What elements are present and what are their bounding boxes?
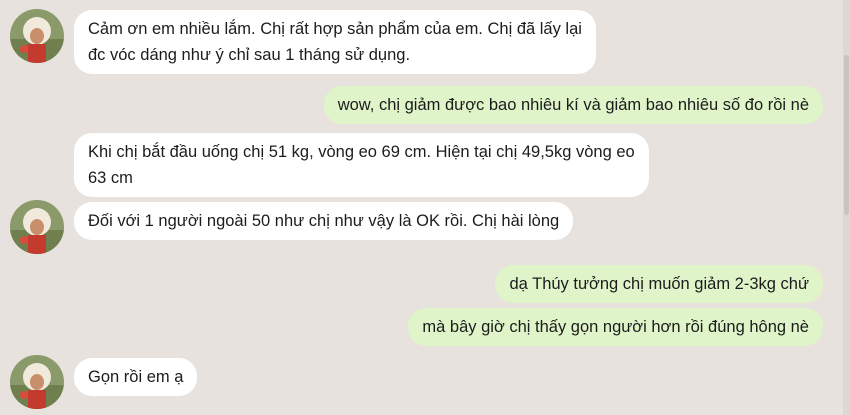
sender-avatar[interactable] <box>10 200 64 254</box>
avatar-photo <box>10 355 64 409</box>
scrollbar-thumb[interactable] <box>844 55 849 215</box>
incoming-message[interactable]: Cảm ơn em nhiều lắm. Chị rất hợp sản phẩ… <box>74 10 596 74</box>
avatar-photo <box>10 9 64 63</box>
avatar-photo <box>10 200 64 254</box>
sender-avatar[interactable] <box>10 355 64 409</box>
outgoing-message[interactable]: dạ Thúy tưởng chị muốn giảm 2-3kg chứ <box>495 265 823 303</box>
incoming-message[interactable]: Gọn rồi em ạ <box>74 358 198 396</box>
incoming-message[interactable]: Đối với 1 người ngoài 50 như chị như vậy… <box>74 202 574 240</box>
sender-avatar[interactable] <box>10 9 64 63</box>
outgoing-message[interactable]: wow, chị giảm được bao nhiêu kí và giảm … <box>323 86 823 124</box>
incoming-message[interactable]: Khi chị bắt đầu uống chị 51 kg, vòng eo … <box>74 133 649 197</box>
scrollbar[interactable] <box>843 0 850 415</box>
outgoing-message[interactable]: mà bây giờ chị thấy gọn người hơn rồi đú… <box>408 308 823 346</box>
